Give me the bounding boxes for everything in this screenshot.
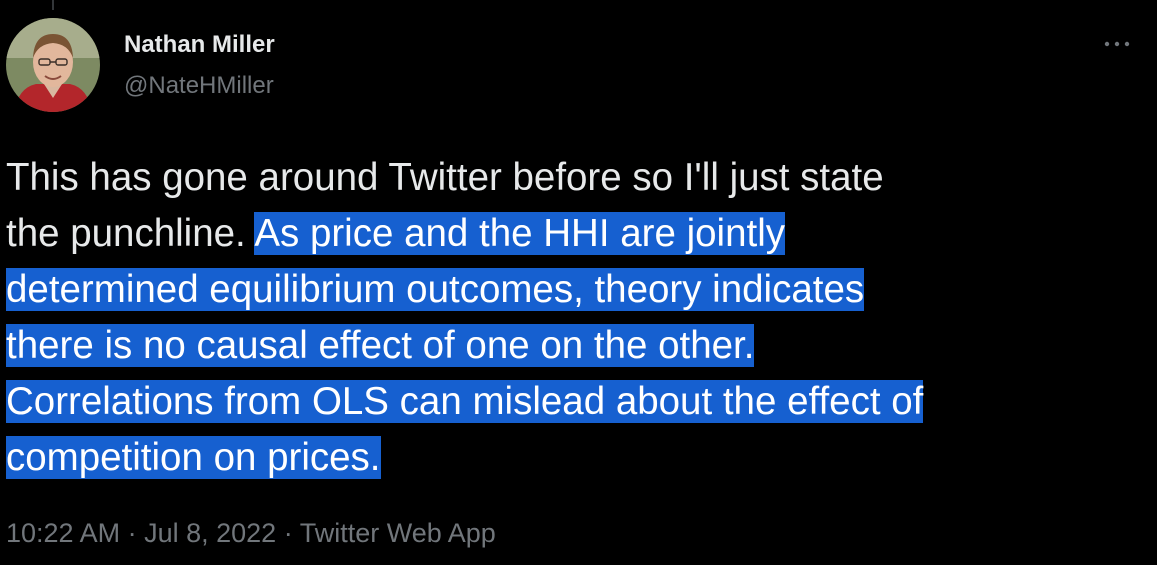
selected-text-segment: determined equilibrium outcomes, theory … (6, 268, 865, 311)
tweet-line-5: Correlations from OLS can mislead about … (6, 374, 1146, 430)
more-options-icon[interactable] (1100, 34, 1134, 54)
author-name[interactable]: Nathan Miller (124, 31, 275, 59)
tweet-line-3: determined equilibrium outcomes, theory … (6, 262, 1146, 318)
tweet-text-segment: the punchline. (6, 212, 255, 255)
tweet-line-2: the punchline. As price and the HHI are … (6, 206, 1146, 262)
tweet-text-segment: This has gone around Twitter before so I… (6, 156, 884, 199)
selected-text-segment: competition on prices. (6, 436, 381, 479)
avatar-photo (6, 18, 100, 112)
tweet-line-6: competition on prices. (6, 430, 1146, 486)
tweet-metadata: 10:22 AM · Jul 8, 2022 · Twitter Web App (6, 518, 496, 549)
avatar[interactable] (6, 18, 100, 112)
tweet-text: This has gone around Twitter before so I… (6, 150, 1146, 486)
tweet-line-1: This has gone around Twitter before so I… (6, 150, 1146, 206)
thread-connector-line (52, 0, 54, 10)
author-handle[interactable]: @NateHMiller (124, 72, 274, 100)
meta-separator: · (120, 518, 145, 548)
tweet-date[interactable]: Jul 8, 2022 (144, 518, 276, 548)
tweet-line-4: there is no causal effect of one on the … (6, 318, 1146, 374)
selected-text-segment: As price and the HHI are jointly (254, 212, 786, 255)
tweet-source[interactable]: Twitter Web App (300, 518, 496, 548)
selected-text-segment: there is no causal effect of one on the … (6, 324, 755, 367)
meta-separator: · (276, 518, 300, 548)
tweet-time[interactable]: 10:22 AM (6, 518, 120, 548)
selected-text-segment: Correlations from OLS can mislead about … (6, 380, 924, 423)
